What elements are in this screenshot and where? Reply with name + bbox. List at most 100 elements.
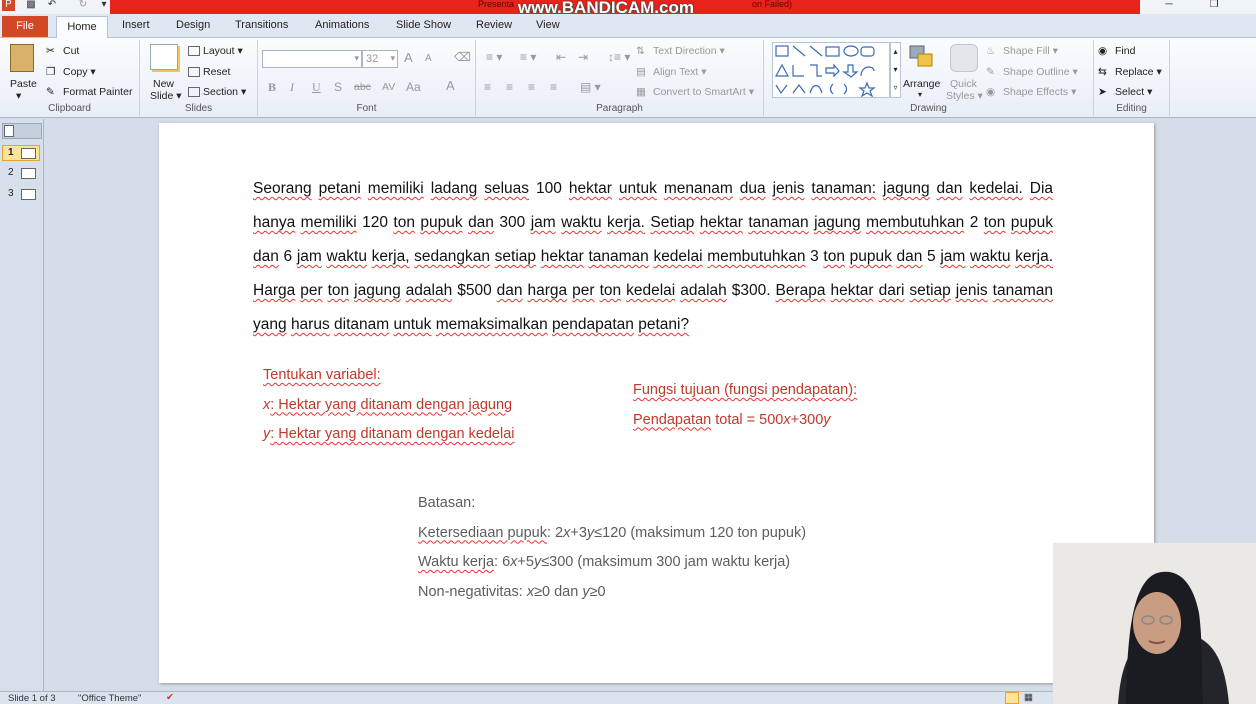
arrange-icon[interactable] (908, 44, 934, 70)
character-spacing-button[interactable]: AV (382, 81, 395, 93)
slide-thumbnail-3[interactable] (21, 189, 36, 200)
format-painter-button[interactable]: ✎ Format Painter (46, 86, 132, 98)
shadow-button[interactable]: S (334, 80, 342, 94)
constraints-block[interactable]: Batasan: Ketersediaan pupuk: 2x+3y≤120 (… (418, 489, 806, 607)
font-size-dropdown-icon[interactable]: ▾ (390, 53, 395, 64)
constraint-fertilizer-c: ≤120 (maksimum 120 ton pupuk) (594, 524, 807, 541)
problem-word: dan (253, 248, 279, 265)
problem-word: setiap (909, 282, 951, 299)
replace-button[interactable]: ⇆ Replace ▾ (1098, 66, 1162, 78)
grow-font-button[interactable]: A (404, 50, 413, 65)
underline-button[interactable]: U (312, 80, 321, 95)
customize-qat-icon[interactable]: ▾ (97, 0, 111, 12)
shape-effects-button[interactable]: ◉ Shape Effects ▾ (986, 86, 1076, 98)
columns-icon[interactable]: ▤ ▾ (580, 80, 601, 94)
section-button[interactable]: Section ▾ (188, 86, 246, 98)
italic-button[interactable]: I (290, 80, 294, 95)
quick-styles-label-1[interactable]: Quick (950, 78, 977, 90)
text-direction-button[interactable]: ⇅ Text Direction ▾ (636, 45, 725, 57)
problem-text[interactable]: Seorang petani memiliki ladang seluas 10… (253, 172, 1053, 342)
copy-button[interactable]: ❐ Copy ▾ (46, 66, 96, 78)
minimize-icon[interactable]: ─ (1160, 0, 1178, 12)
align-text-button[interactable]: ▤ Align Text ▾ (636, 66, 707, 78)
constraint-labor: Waktu kerja: 6x+5y≤300 (maksimum 300 jam… (418, 548, 806, 578)
problem-word: $300. (731, 282, 771, 299)
cut-button[interactable]: ✂ Cut (46, 45, 79, 57)
tab-file[interactable]: File (2, 16, 48, 37)
thumbnail-preview-1[interactable] (21, 148, 36, 159)
find-button[interactable]: ◉ Find (1098, 45, 1135, 57)
problem-word: sedangkan (414, 248, 491, 265)
new-slide-label-2[interactable]: Slide ▾ (150, 90, 182, 102)
shape-fill-button[interactable]: ♨ Shape Fill ▾ (986, 45, 1058, 57)
tab-view[interactable]: View (536, 19, 560, 31)
problem-word: waktu (561, 214, 602, 231)
problem-word: seluas (484, 180, 530, 197)
shapes-scroll-icon[interactable]: ▴ ▾ ▿ (890, 42, 901, 98)
paste-button[interactable]: Paste (10, 78, 37, 90)
tab-home[interactable]: Home (56, 16, 108, 39)
tab-slide-show[interactable]: Slide Show (396, 19, 451, 31)
tab-design[interactable]: Design (176, 19, 210, 31)
shape-outline-button[interactable]: ✎ Shape Outline ▾ (986, 66, 1078, 78)
smartart-button[interactable]: ▦ Convert to SmartArt ▾ (636, 86, 754, 98)
variables-block[interactable]: Tentukan variabel: x: Hektar yang ditana… (263, 361, 515, 450)
outline-tab[interactable] (2, 123, 42, 139)
problem-word: membutuhkan (866, 214, 965, 231)
quick-styles-icon[interactable] (950, 44, 978, 72)
change-case-button[interactable]: Aa (406, 80, 421, 94)
shrink-font-button[interactable]: A (425, 53, 432, 64)
problem-word: waktu (969, 248, 1011, 265)
bullets-icon[interactable]: ≡ ▾ (486, 50, 502, 64)
quick-styles-label-2[interactable]: Styles ▾ (946, 90, 983, 102)
new-slide-label-1[interactable]: New (153, 78, 174, 90)
theme-name[interactable]: "Office Theme" (78, 693, 141, 704)
new-slide-icon[interactable] (150, 44, 178, 70)
save-icon[interactable]: ▩ (24, 0, 38, 12)
powerpoint-logo-icon[interactable]: P (2, 0, 15, 11)
tab-review[interactable]: Review (476, 19, 512, 31)
normal-view-icon[interactable] (1005, 692, 1019, 704)
align-right-icon[interactable]: ≡ (528, 80, 535, 94)
restore-icon[interactable]: ❐ (1205, 0, 1223, 12)
spelling-check-icon[interactable]: ✔ (166, 692, 174, 703)
variables-title: Tentukan variabel: (263, 361, 515, 391)
font-size-input[interactable]: 32 ▾ (362, 50, 398, 68)
problem-word: untuk (393, 316, 432, 333)
problem-word: jam (296, 248, 322, 265)
problem-word: dari (878, 282, 905, 299)
slide-sorter-icon[interactable]: ▦ (1024, 692, 1033, 703)
bold-button[interactable]: B (268, 80, 276, 95)
strikethrough-button[interactable]: abc (354, 81, 371, 93)
arrange-button[interactable]: Arrange (903, 78, 940, 90)
font-name-input[interactable]: ▾ (262, 50, 362, 68)
tab-transitions[interactable]: Transitions (235, 19, 288, 31)
layout-button[interactable]: Layout ▾ (188, 45, 243, 57)
align-left-icon[interactable]: ≡ (484, 80, 491, 94)
decrease-indent-icon[interactable]: ⇤ (556, 50, 566, 64)
tab-animations[interactable]: Animations (315, 19, 369, 31)
shapes-gallery[interactable] (772, 42, 890, 98)
align-center-icon[interactable]: ≡ (506, 80, 513, 94)
clear-formatting-icon[interactable]: ⌫ (454, 50, 471, 64)
constraint-labor-c: ≤300 (maksimum 300 jam waktu kerja) (541, 554, 791, 570)
numbering-icon[interactable]: ≡ ▾ (520, 50, 536, 64)
paste-dropdown-icon[interactable]: ▾ (16, 90, 21, 102)
select-button[interactable]: ➤ Select ▾ (1098, 86, 1152, 98)
tab-insert[interactable]: Insert (122, 19, 150, 31)
problem-word: hektar (699, 214, 743, 231)
reset-button[interactable]: Reset (188, 66, 230, 78)
arrange-dropdown-icon[interactable]: ▾ (918, 90, 922, 99)
increase-indent-icon[interactable]: ⇥ (578, 50, 588, 64)
justify-icon[interactable]: ≡ (550, 80, 557, 94)
variable-x: x: Hektar yang ditanam dengan jagung (263, 391, 515, 421)
slide-thumbnail-2[interactable] (21, 168, 36, 179)
redo-icon[interactable]: ↻ (76, 0, 90, 12)
font-color-button[interactable]: A (446, 78, 455, 93)
paste-icon[interactable] (10, 44, 34, 72)
font-name-dropdown-icon[interactable]: ▾ (354, 53, 359, 64)
line-spacing-icon[interactable]: ↕≡ ▾ (608, 50, 630, 64)
reset-icon (188, 67, 200, 78)
objective-block[interactable]: Fungsi tujuan (fungsi pendapatan): Penda… (633, 376, 857, 435)
undo-icon[interactable]: ↶ (45, 0, 59, 12)
